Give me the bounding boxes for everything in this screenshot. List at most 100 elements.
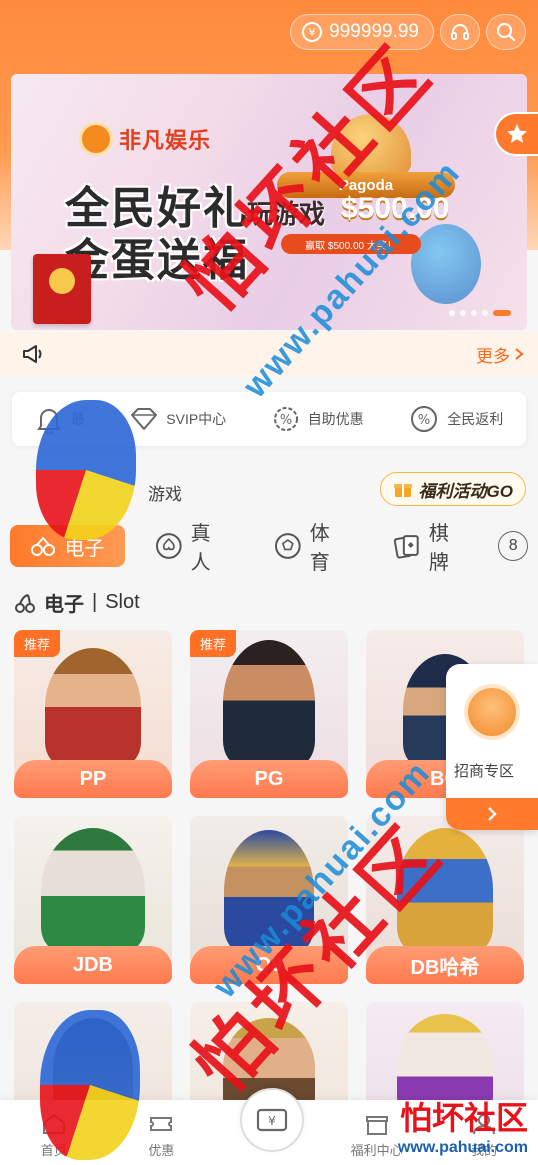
quick-action-rebate[interactable]: % 全民返利: [409, 404, 503, 434]
game-name: JDB: [14, 946, 172, 984]
top-bar: ¥ 999999.99: [290, 14, 526, 50]
tab-label: 真人: [190, 523, 211, 574]
pagination-dot[interactable]: [482, 310, 488, 316]
category-more-count[interactable]: 8: [498, 531, 528, 561]
svg-text:%: %: [418, 413, 430, 428]
tab-label: 优惠: [148, 1143, 175, 1158]
tab-promotions[interactable]: 优惠: [116, 1112, 206, 1159]
recommend-badge: 推荐: [14, 630, 61, 657]
banner-promo-badge: 赢取 $500.00 大奖！: [281, 234, 421, 254]
quick-action-notification[interactable]: 最: [35, 404, 85, 434]
tab-live[interactable]: 真人: [141, 523, 244, 574]
megaphone-icon: [23, 345, 42, 363]
red-envelope-icon: [33, 254, 91, 324]
banner-mask-decoration: [331, 114, 411, 174]
ticket-icon: [150, 1117, 173, 1131]
balance-amount: 999999.99: [329, 21, 419, 42]
quick-action-label: SVIP中心: [166, 411, 227, 427]
merchant-zone-arrow[interactable]: [446, 798, 538, 830]
game-card-pp[interactable]: 推荐 PP: [14, 630, 172, 798]
game-card-pg[interactable]: 推荐 PG: [190, 630, 348, 798]
section-title-sub: Slot: [105, 591, 140, 613]
notice-bar[interactable]: 更多: [0, 332, 538, 376]
chevron-right-icon: [488, 807, 497, 821]
watermark-brand-name: 怕坏社区: [399, 1100, 528, 1136]
welfare-activity-button[interactable]: 福利活动GO: [379, 472, 526, 506]
search-button[interactable]: [486, 14, 526, 50]
game-name: PP: [14, 760, 172, 798]
svg-text:¥: ¥: [309, 26, 316, 39]
tab-chess-cards[interactable]: 棋牌: [379, 523, 482, 574]
star-icon: [507, 124, 527, 143]
category-tabs: 电子 真人 体育 棋牌 8: [10, 523, 538, 574]
quick-action-svip[interactable]: SVIP中心: [130, 407, 226, 431]
banner-egg-decoration: [411, 224, 481, 304]
quick-actions-bar: 最 SVIP中心 % 自助优惠 % 全民返利: [12, 392, 526, 446]
section-divider: |: [92, 591, 98, 613]
banner-promo-play: 玩游戏: [247, 199, 326, 229]
quick-action-label: 最: [70, 411, 85, 427]
game-name: PG: [190, 760, 348, 798]
balance-display[interactable]: ¥ 999999.99: [290, 14, 434, 50]
welfare-activity-label: 福利活动GO: [418, 481, 513, 501]
game-card-q9[interactable]: Q9: [190, 816, 348, 984]
tab-home[interactable]: 首页: [9, 1112, 99, 1159]
gift-icon: [393, 484, 412, 497]
home-icon: [42, 1113, 65, 1134]
banner-pagination[interactable]: [449, 310, 511, 316]
banner-brand: 非凡娱乐: [119, 128, 212, 153]
tab-label: 首页: [40, 1143, 67, 1158]
banner-logo: 非凡娱乐: [79, 122, 211, 156]
pagination-dot[interactable]: [471, 310, 477, 316]
quick-action-self-bonus[interactable]: % 自助优惠: [272, 405, 364, 433]
football-icon: [275, 533, 301, 559]
chevron-right-icon: [515, 348, 524, 360]
banner-promo-amount: $500.00: [341, 192, 450, 225]
refresh-coin-icon: ¥: [302, 22, 323, 42]
slot-icon: [31, 536, 56, 556]
game-card-db-hash[interactable]: DB哈希: [366, 816, 524, 984]
tab-label: 福利中心: [350, 1143, 403, 1158]
promo-row: 游戏 福利活动GO: [0, 470, 538, 510]
promo-row-label: 游戏: [148, 485, 182, 504]
watermark-brand-url: www.pahuai.com: [397, 1139, 528, 1156]
diamond-icon: [131, 408, 158, 430]
game-name: Q9: [190, 946, 348, 984]
deposit-center-button[interactable]: ¥: [240, 1088, 304, 1152]
cherry-icon: [15, 593, 35, 613]
search-icon: [496, 22, 516, 42]
svg-text:¥: ¥: [268, 1114, 276, 1128]
pagination-dot[interactable]: [460, 310, 466, 316]
section-title-main: 电子: [44, 594, 84, 616]
cards-icon: [394, 535, 419, 559]
tab-slot[interactable]: 电子: [10, 525, 125, 567]
pagination-dot-active[interactable]: [493, 310, 511, 316]
more-label: 更多: [476, 346, 510, 366]
banner-headline-2: 金蛋送福: [65, 236, 249, 285]
notice-more-link[interactable]: 更多: [476, 342, 524, 367]
watermark-brand: 怕坏社区 www.pahuai.com: [398, 1093, 528, 1157]
favorites-float-button[interactable]: [494, 112, 538, 156]
promo-banner[interactable]: 非凡娱乐 全民好礼 金蛋送福 Pagoda 玩游戏 $500.00 赢取 $50…: [11, 74, 527, 330]
merchant-zone-label: 招商专区: [454, 763, 515, 780]
game-name: DB哈希: [366, 946, 524, 984]
tab-label: 电子: [64, 537, 105, 560]
spade-icon: [155, 533, 182, 559]
tab-sports[interactable]: 体育: [260, 523, 363, 574]
svg-text:%: %: [280, 413, 292, 428]
brand-logo-icon: [79, 122, 113, 156]
quick-action-label: 全民返利: [447, 411, 504, 427]
gift-box-icon: [365, 1116, 388, 1135]
game-card-jdb[interactable]: JDB: [14, 816, 172, 984]
recommend-badge: 推荐: [190, 630, 237, 657]
rebate-icon: %: [411, 406, 438, 432]
customer-service-button[interactable]: [440, 14, 480, 50]
percent-gear-icon: %: [273, 407, 298, 431]
tab-label: 体育: [309, 523, 330, 574]
quick-action-label: 自助优惠: [307, 411, 364, 427]
wallet-icon: ¥: [256, 1108, 288, 1132]
merchant-zone-float[interactable]: 招商专区: [446, 664, 538, 830]
pagination-dot[interactable]: [449, 310, 455, 316]
bell-icon: [36, 409, 61, 434]
section-title: 电子 | Slot: [14, 588, 140, 617]
